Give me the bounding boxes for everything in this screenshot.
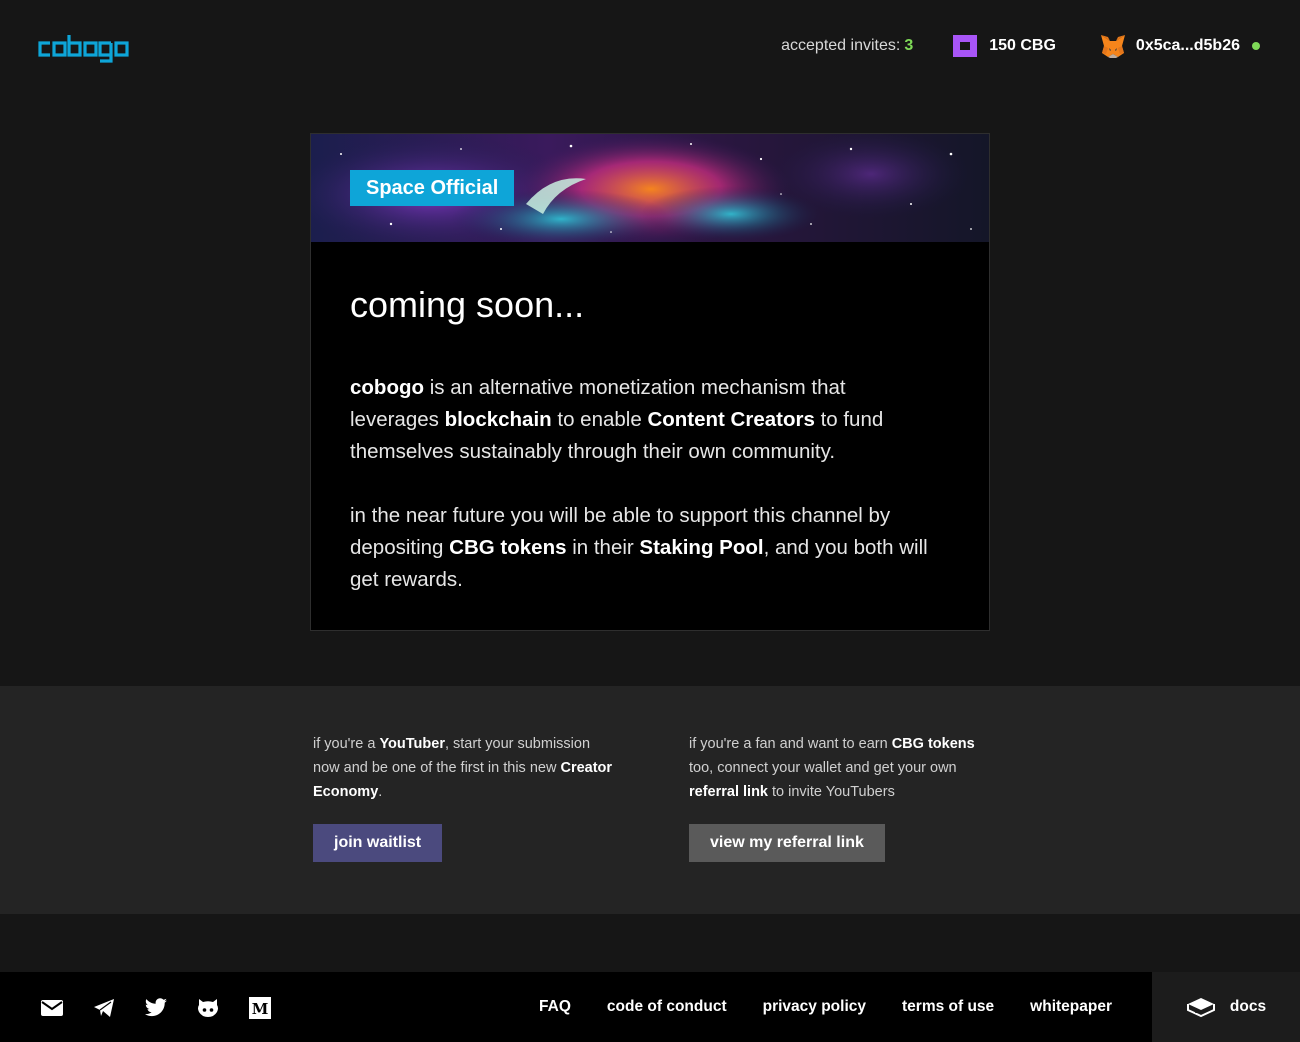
docs-button[interactable]: docs <box>1152 972 1300 1042</box>
docs-label: docs <box>1229 998 1267 1015</box>
telegram-icon[interactable] <box>92 996 116 1020</box>
medium-icon[interactable]: M <box>248 996 272 1020</box>
intro-paragraph: cobogo is an alternative monetization me… <box>350 376 884 463</box>
cobogo-logo[interactable] <box>38 33 160 63</box>
youtuber-cta: if you're a YouTuber, start your submiss… <box>313 732 613 862</box>
twitter-icon[interactable] <box>144 996 168 1020</box>
footer-links: FAQ code of conduct privacy policy terms… <box>503 972 1112 1042</box>
book-icon <box>1186 998 1215 1018</box>
top-header: accepted invites: 3 150 CBG 0x5ca...d5b26 <box>0 0 1300 92</box>
code-of-conduct-link[interactable]: code of conduct <box>607 998 727 1016</box>
terms-of-use-link[interactable]: terms of use <box>902 998 994 1016</box>
youtuber-cta-text: if you're a YouTuber, start your submiss… <box>313 736 613 800</box>
cbg-token-icon <box>953 35 978 57</box>
wallet-address[interactable]: 0x5ca...d5b26 <box>1136 37 1240 55</box>
connection-status-dot <box>1252 42 1260 50</box>
header-status-bar: accepted invites: 3 150 CBG 0x5ca...d5b26 <box>781 34 1260 58</box>
fan-cta: if you're a fan and want to earn CBG tok… <box>689 732 989 862</box>
invites-count: 3 <box>904 37 914 54</box>
whitepaper-link[interactable]: whitepaper <box>1030 998 1112 1016</box>
fan-cta-text: if you're a fan and want to earn CBG tok… <box>689 736 975 800</box>
join-waitlist-button[interactable]: join waitlist <box>313 824 443 862</box>
channel-banner: Space Official <box>311 134 989 242</box>
view-referral-link-button[interactable]: view my referral link <box>689 824 885 862</box>
svg-text:M: M <box>252 1000 269 1018</box>
email-icon[interactable] <box>40 996 64 1020</box>
faq-link[interactable]: FAQ <box>539 998 571 1016</box>
future-paragraph: in the near future you will be able to s… <box>350 504 928 591</box>
social-links: M <box>40 996 300 1020</box>
card-body: coming soon... cobogo is an alternative … <box>350 284 940 628</box>
footer: M FAQ code of conduct privacy policy ter… <box>0 972 1300 1042</box>
cta-section: if you're a YouTuber, start your submiss… <box>0 686 1300 914</box>
channel-name-label: Space Official <box>350 170 515 206</box>
token-balance: 150 CBG <box>989 37 1056 54</box>
metamask-fox-icon <box>1100 35 1125 58</box>
github-icon[interactable] <box>196 996 220 1020</box>
privacy-policy-link[interactable]: privacy policy <box>763 998 866 1016</box>
accepted-invites: accepted invites: 3 <box>781 37 914 54</box>
coming-soon-title: coming soon... <box>350 284 585 325</box>
channel-card: Space Official coming soon... cobogo is … <box>310 133 990 631</box>
